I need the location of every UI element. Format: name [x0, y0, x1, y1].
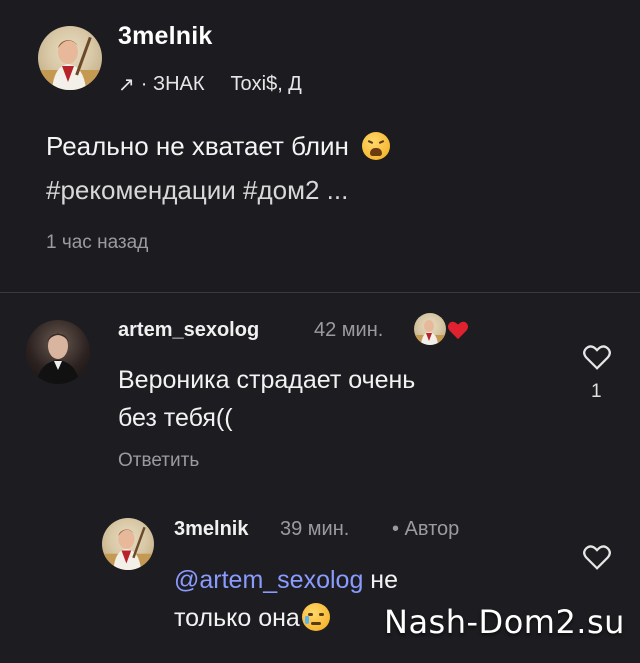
share-arrow-icon: ↗ [118, 74, 135, 96]
reply-button[interactable]: Ответить [118, 450, 199, 472]
comment-author-name[interactable]: artem_sexolog [118, 319, 259, 342]
post-text-line1: Реально не хватает блин [46, 131, 349, 161]
comment-timestamp: 42 мин. [314, 319, 384, 341]
post-author-avatar[interactable] [38, 26, 102, 90]
like-count: 1 [591, 381, 602, 402]
post-tags-label[interactable]: Toxi$, Д [231, 73, 302, 96]
heart-icon[interactable] [582, 543, 612, 571]
avatar-image [414, 320, 446, 345]
reply-text-line1: не [363, 566, 399, 594]
avatar-image [102, 526, 154, 570]
comment-text-line2: без тебя(( [118, 404, 233, 432]
weary-face-emoji-icon [362, 132, 391, 160]
avatar-image [38, 36, 102, 90]
author-liked-avatar [414, 313, 446, 345]
reply-author-avatar[interactable] [102, 518, 154, 570]
post-text: Реально не хватает блин #рекомендации #д… [46, 124, 606, 212]
post-timestamp: 1 час назад [46, 232, 149, 253]
post-card: 3melnik ↗ · ЗНАК Toxi$, Д Реально не хва… [0, 0, 640, 292]
post-hashtags[interactable]: #рекомендации #дом2 ... [46, 168, 606, 212]
watermark: Nash-Dom2.su [384, 603, 625, 641]
crying-face-emoji-icon [301, 603, 330, 631]
reply-author-name[interactable]: 3melnik [174, 518, 248, 541]
post-author-name[interactable]: 3melnik [118, 22, 213, 51]
commenter-avatar[interactable] [26, 320, 90, 384]
author-badge: • Автор [392, 518, 460, 540]
mention-link[interactable]: @artem_sexolog [174, 566, 363, 594]
liked-heart-icon [448, 321, 468, 340]
heart-icon[interactable] [582, 343, 612, 371]
reply-text-line2: только она [174, 604, 300, 632]
post-meta: ↗ · ЗНАК Toxi$, Д [118, 72, 302, 97]
reply-timestamp: 39 мин. [280, 518, 350, 540]
comment-text-line1: Вероника страдает очень [118, 366, 416, 394]
comment-text: Вероника страдает очень без тебя(( [118, 361, 538, 437]
post-group-label[interactable]: · ЗНАК [141, 73, 205, 96]
avatar-image [36, 333, 80, 384]
